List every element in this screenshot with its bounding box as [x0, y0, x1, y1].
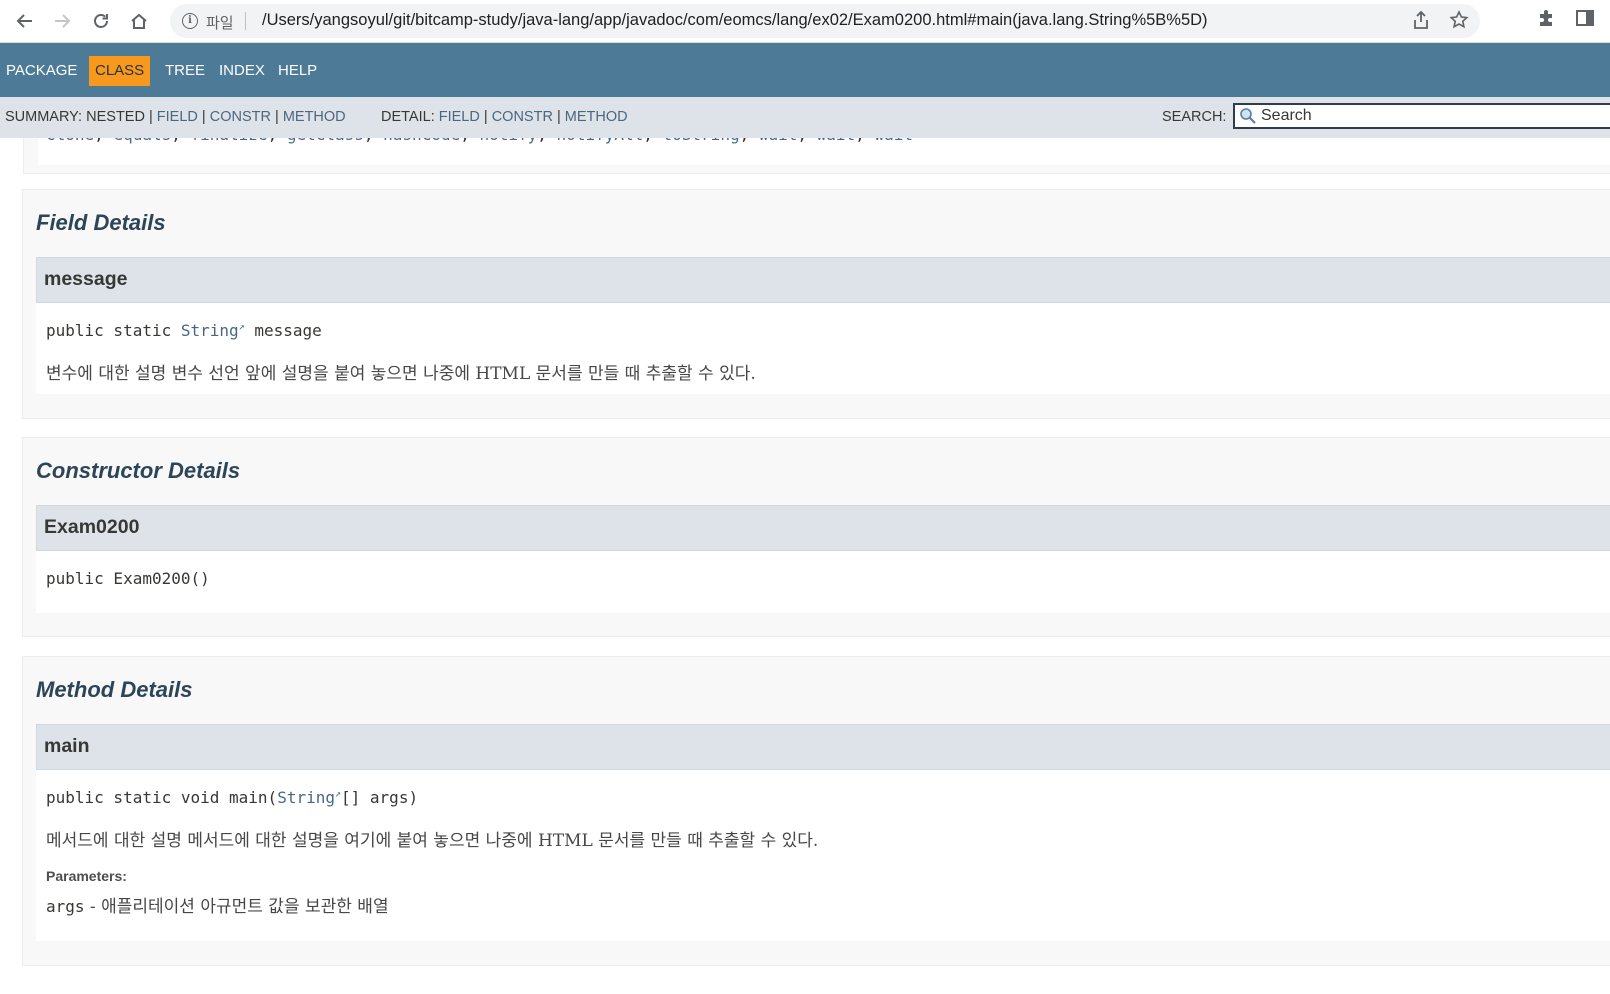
constructor-name: Exam0200 [44, 516, 140, 538]
string-type-link[interactable]: String [181, 321, 239, 340]
sig-suffix: message [244, 321, 322, 340]
separator: | [148, 109, 153, 125]
field-signature: public static String↗ message [46, 321, 322, 340]
method-link[interactable]: getClass [287, 138, 364, 144]
member-header: Exam0200 [36, 505, 1610, 551]
search-label: SEARCH: [1162, 109, 1227, 125]
param-name: args [46, 897, 85, 916]
method-link[interactable]: notifyAll [557, 138, 644, 144]
star-icon[interactable] [1448, 10, 1470, 32]
home-icon[interactable] [124, 6, 154, 36]
nav-index[interactable]: INDEX [213, 56, 271, 86]
search-field[interactable] [1233, 103, 1610, 129]
detail-field-link[interactable]: FIELD [439, 109, 480, 125]
constructor-details-heading: Constructor Details [36, 458, 241, 483]
nav-package[interactable]: PACKAGE [0, 56, 83, 86]
summary-constr-link[interactable]: CONSTR [210, 109, 271, 125]
back-icon[interactable] [10, 6, 40, 36]
separator: | [556, 109, 561, 125]
comma: , [740, 138, 759, 144]
separator: | [275, 109, 279, 125]
field-details-section: Field Details message public static Stri… [22, 189, 1610, 419]
field-name: message [44, 268, 128, 290]
constructor-details-section: Constructor Details Exam0200 public Exam… [22, 437, 1610, 637]
sig-prefix: public static void main( [46, 788, 278, 807]
comma: , [855, 138, 874, 144]
url-text[interactable]: /Users/yangsoyul/git/bitcamp-study/java-… [262, 11, 1208, 30]
constructor-detail: Exam0200 public Exam0200() [36, 505, 1610, 613]
method-link[interactable]: notify [479, 138, 537, 144]
nav-help[interactable]: HELP [272, 56, 323, 86]
method-link[interactable]: hashCode [383, 138, 460, 144]
member-header: message [36, 257, 1610, 303]
summary-method-link[interactable]: METHOD [283, 109, 346, 125]
search-icon [1240, 108, 1256, 124]
method-detail-main: main public static void main(String↗[] a… [36, 724, 1610, 941]
method-link[interactable]: finalize [191, 138, 268, 144]
string-type-link[interactable]: String [277, 788, 335, 807]
method-description: 메서드에 대한 설명 메서드에 대한 설명을 여기에 붙여 놓으면 나중에 HT… [46, 831, 819, 851]
sig-prefix: public static [46, 321, 181, 340]
summary-nested: NESTED [86, 109, 145, 125]
param-dash: - [84, 897, 102, 917]
field-details-heading: Field Details [36, 210, 166, 235]
method-signature: public static void main(String↗[] args) [46, 788, 418, 807]
comma: , [643, 138, 662, 144]
separator: | [483, 109, 488, 125]
member-header: main [36, 724, 1610, 770]
method-link[interactable]: clone [46, 138, 94, 144]
constructor-signature: public Exam0200() [46, 569, 210, 588]
detail-method-link[interactable]: METHOD [565, 109, 628, 125]
method-link[interactable]: wait [817, 138, 856, 144]
method-link[interactable]: toString [663, 138, 740, 144]
reload-icon[interactable] [86, 6, 116, 36]
inherited-methods-block: clone, equals, finalize, getClass, hashC… [23, 138, 1610, 174]
summary-label: SUMMARY: [5, 109, 83, 125]
parameters-label: Parameters: [46, 868, 127, 884]
detail-label: DETAIL: [381, 109, 435, 125]
field-detail-message: message public static String↗ message 변수… [36, 257, 1610, 394]
info-icon[interactable]: i [182, 13, 198, 29]
sig-suffix: [] args) [341, 788, 419, 807]
nav-class[interactable]: CLASS [89, 56, 151, 86]
browser-toolbar: i 파일 /Users/yangsoyul/git/bitcamp-study/… [0, 0, 1610, 43]
param-description: 애플리테이션 아규먼트 값을 보관한 배열 [101, 897, 389, 917]
comma: , [171, 138, 190, 144]
sub-navigation: SUMMARY: NESTED | FIELD | CONSTR | METHO… [0, 97, 1610, 138]
extensions-icon[interactable] [1533, 8, 1559, 34]
top-navigation: PACKAGE CLASS TREE INDEX HELP [0, 43, 1610, 97]
method-name: main [44, 735, 90, 757]
comma: , [460, 138, 479, 144]
share-icon[interactable] [1410, 10, 1432, 32]
method-details-heading: Method Details [36, 677, 193, 702]
inherited-methods-inner: clone, equals, finalize, getClass, hashC… [38, 138, 1610, 165]
detail-constr-link[interactable]: CONSTR [492, 109, 553, 125]
separator: | [201, 109, 206, 125]
inherited-methods-list: clone, equals, finalize, getClass, hashC… [46, 138, 913, 144]
detail-links: DETAIL: FIELD | CONSTR | METHOD [381, 109, 628, 125]
side-panel-icon[interactable] [1572, 8, 1598, 34]
address-divider [245, 12, 246, 30]
comma: , [364, 138, 383, 144]
comma: , [797, 138, 816, 144]
search-input[interactable] [1261, 106, 1601, 126]
summary-field-link[interactable]: FIELD [157, 109, 198, 125]
method-link[interactable]: wait [874, 138, 913, 144]
address-bar[interactable]: i 파일 /Users/yangsoyul/git/bitcamp-study/… [170, 4, 1480, 38]
forward-icon[interactable] [47, 6, 77, 36]
scheme-label: 파일 [206, 14, 234, 32]
comma: , [537, 138, 556, 144]
summary-links: SUMMARY: NESTED | FIELD | CONSTR | METHO… [5, 109, 346, 125]
parameter-args: args - 애플리테이션 아규먼트 값을 보관한 배열 [46, 892, 389, 917]
nav-tree[interactable]: TREE [159, 56, 211, 86]
field-description: 변수에 대한 설명 변수 선언 앞에 설명을 붙여 놓으면 나중에 HTML 문… [46, 364, 756, 384]
method-details-section: Method Details main public static void m… [22, 656, 1610, 966]
page-content: clone, equals, finalize, getClass, hashC… [0, 138, 1610, 994]
method-link[interactable]: equals [113, 138, 171, 144]
comma: , [268, 138, 287, 144]
comma: , [94, 138, 113, 144]
method-link[interactable]: wait [759, 138, 798, 144]
